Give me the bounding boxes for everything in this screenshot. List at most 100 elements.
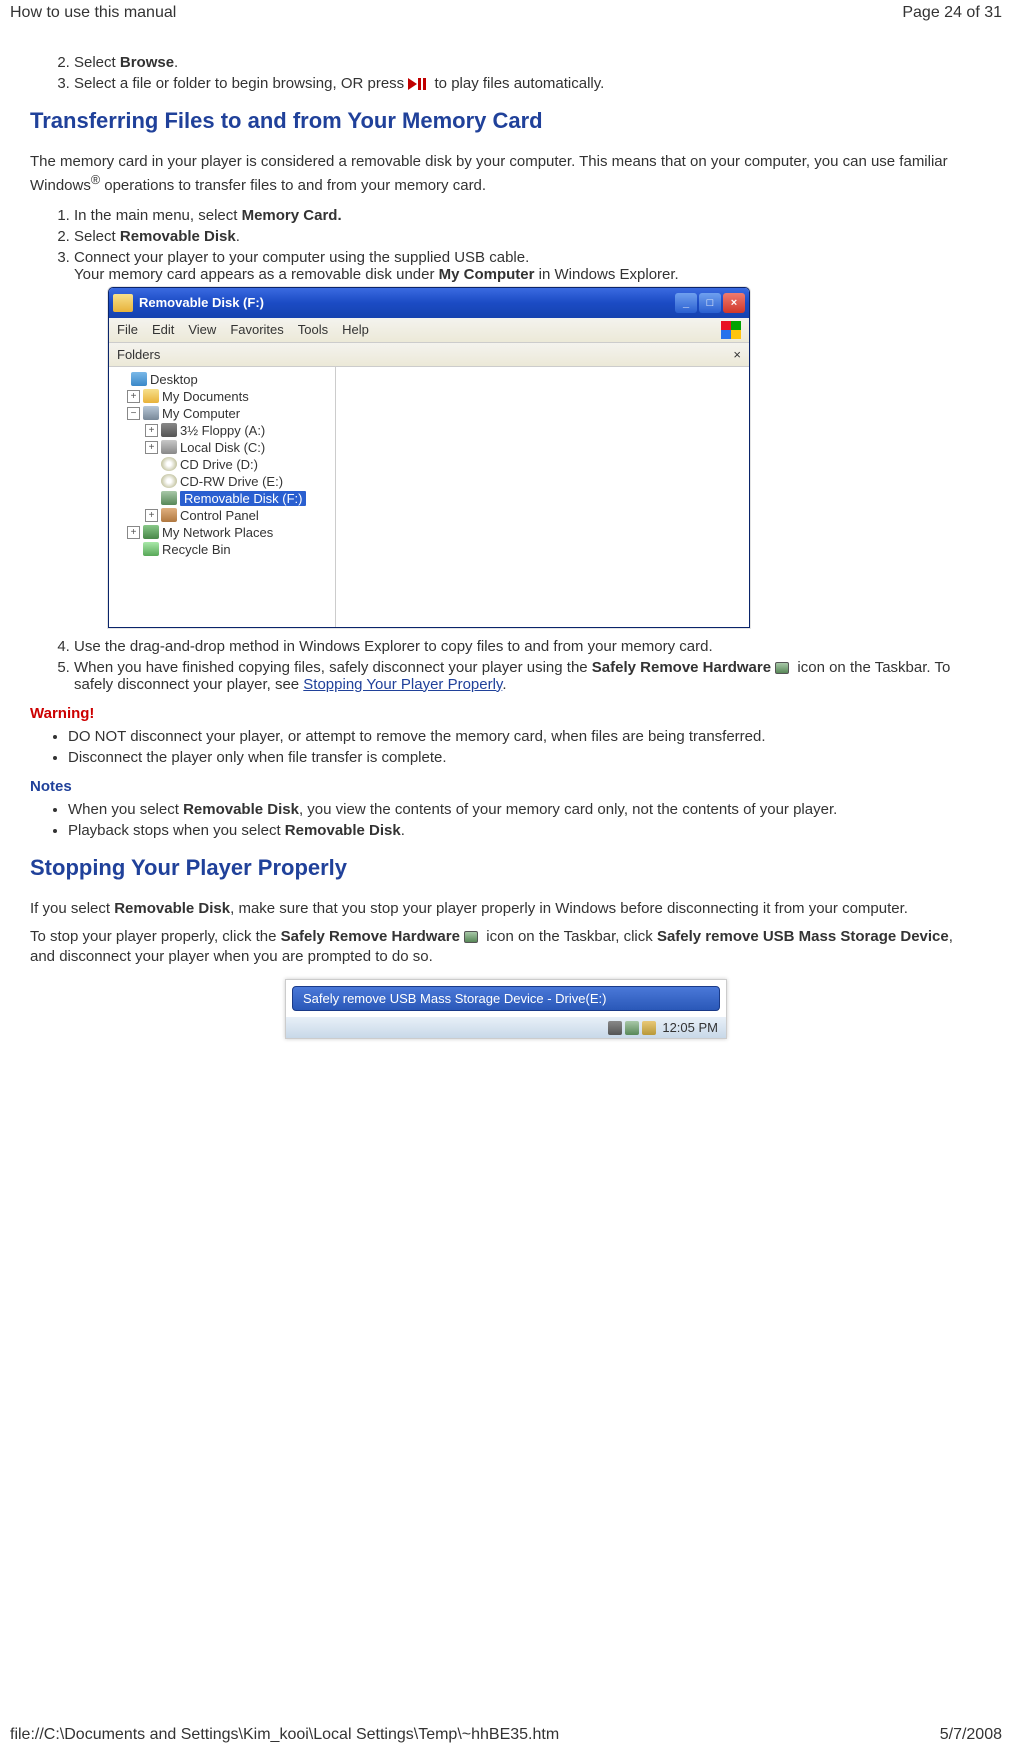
text: To stop your player properly, click the: [30, 928, 281, 945]
folder-icon: [143, 389, 159, 403]
page-content: Select Browse. Select a file or folder t…: [0, 52, 1012, 1039]
tray-icons-group: [608, 1021, 656, 1035]
menu-favorites: Favorites: [230, 322, 283, 337]
window-title: Removable Disk (F:): [139, 295, 675, 310]
menu-tools: Tools: [298, 322, 328, 337]
text: icon on the Taskbar, click: [486, 928, 657, 945]
tree-label: My Network Places: [162, 525, 273, 540]
play-pause-icon: [408, 77, 430, 91]
tree-label: Recycle Bin: [162, 542, 231, 557]
initial-steps-list: Select Browse. Select a file or folder t…: [30, 52, 982, 94]
removable-disk-icon: [161, 491, 177, 505]
text: Your memory card appears as a removable …: [74, 266, 439, 283]
tray-icon: [642, 1021, 656, 1035]
tray-icon: [608, 1021, 622, 1035]
header-title: How to use this manual: [10, 4, 176, 22]
text: .: [401, 822, 405, 839]
tree-mydocs: + My Documents: [115, 388, 335, 405]
bold-text: Removable Disk: [183, 801, 299, 818]
text: , you view the contents of your memory c…: [299, 801, 837, 818]
bold-text: Removable Disk: [285, 822, 401, 839]
text: If you select: [30, 900, 114, 917]
control-panel-icon: [161, 508, 177, 522]
tree-removable: Removable Disk (F:): [115, 490, 335, 507]
collapse-icon: −: [127, 407, 140, 420]
transfer-intro: The memory card in your player is consid…: [30, 152, 982, 197]
expand-icon: +: [127, 390, 140, 403]
heading-stopping-player: Stopping Your Player Properly: [30, 855, 982, 881]
windows-flag-icon: [721, 321, 741, 339]
safely-remove-hardware-icon: [625, 1021, 639, 1035]
tray-time: 12:05 PM: [662, 1020, 718, 1035]
menu-view: View: [188, 322, 216, 337]
page-indicator: Page 24 of 31: [902, 4, 1002, 22]
balloon-tooltip: Safely remove USB Mass Storage Device - …: [292, 986, 720, 1011]
cd-icon: [161, 474, 177, 488]
floppy-icon: [161, 423, 177, 437]
expand-icon: +: [145, 509, 158, 522]
heading-transferring-files: Transferring Files to and from Your Memo…: [30, 108, 982, 134]
footer-date: 5/7/2008: [940, 1726, 1002, 1744]
tree-mycomputer: −My Computer: [115, 405, 335, 422]
menu-file: File: [117, 322, 138, 337]
warning-item-2: Disconnect the player only when file tra…: [68, 747, 982, 768]
bold-text: Removable Disk: [120, 228, 236, 245]
text: Select: [74, 228, 120, 245]
transfer-step-3: Connect your player to your computer usi…: [74, 247, 982, 636]
text: Select: [74, 54, 120, 71]
transfer-step-5: When you have finished copying files, sa…: [74, 657, 982, 695]
computer-icon: [143, 406, 159, 420]
tree-area: Desktop + My Documents −My Computer +3½ F…: [109, 367, 749, 627]
step-2: Select Browse.: [74, 52, 982, 73]
transfer-step-4: Use the drag-and-drop method in Windows …: [74, 636, 982, 657]
text: operations to transfer files to and from…: [100, 177, 486, 194]
stopping-player-link[interactable]: Stopping Your Player Properly: [303, 676, 502, 693]
tree-localdisk: +Local Disk (C:): [115, 439, 335, 456]
cd-icon: [161, 457, 177, 471]
tree-recycle: Recycle Bin: [115, 541, 335, 558]
safely-remove-hardware-icon: [464, 929, 482, 945]
bold-text: Safely Remove Hardware: [592, 659, 771, 676]
expand-icon: +: [127, 526, 140, 539]
text: When you have finished copying files, sa…: [74, 659, 592, 676]
folders-bar: Folders ×: [109, 343, 749, 367]
bold-text: Memory Card.: [242, 207, 342, 224]
desktop-icon: [131, 372, 147, 386]
menu-edit: Edit: [152, 322, 174, 337]
transfer-steps-list: In the main menu, select Memory Card. Se…: [30, 205, 982, 695]
text: , make sure that you stop your player pr…: [230, 900, 908, 917]
note-item-2: Playback stops when you select Removable…: [68, 820, 982, 841]
taskbar-tray: 12:05 PM: [286, 1017, 726, 1038]
menu-help: Help: [342, 322, 369, 337]
text: In the main menu, select: [74, 207, 242, 224]
folders-label: Folders: [117, 347, 160, 362]
tree-label: Control Panel: [180, 508, 259, 523]
tree-label: CD Drive (D:): [180, 457, 258, 472]
note-item-1: When you select Removable Disk, you view…: [68, 799, 982, 820]
transfer-step-2: Select Removable Disk.: [74, 226, 982, 247]
text: .: [502, 676, 506, 693]
tree-cpanel: + Control Panel: [115, 507, 335, 524]
notes-heading: Notes: [30, 778, 982, 795]
text: in Windows Explorer.: [534, 266, 678, 283]
recycle-bin-icon: [143, 542, 159, 556]
stopping-p2: To stop your player properly, click the …: [30, 927, 982, 968]
tree-label: My Documents: [162, 389, 249, 404]
transfer-step-1: In the main menu, select Memory Card.: [74, 205, 982, 226]
window-titlebar: Removable Disk (F:) _ □ ×: [109, 288, 749, 318]
folder-tree: Desktop + My Documents −My Computer +3½ F…: [109, 367, 336, 627]
folder-icon: [113, 294, 133, 312]
expand-icon: +: [145, 441, 158, 454]
window-buttons: _ □ ×: [675, 293, 745, 313]
bold-text: Removable Disk: [114, 900, 230, 917]
bold-text: Safely Remove Hardware: [281, 928, 460, 945]
explorer-window-screenshot: Removable Disk (F:) _ □ × File Edit View…: [108, 287, 750, 628]
tree-label-selected: Removable Disk (F:): [180, 491, 306, 506]
warning-list: DO NOT disconnect your player, or attemp…: [30, 726, 982, 768]
tree-label: Desktop: [150, 372, 198, 387]
tree-cdrw: CD-RW Drive (E:): [115, 473, 335, 490]
notes-list: When you select Removable Disk, you view…: [30, 799, 982, 841]
maximize-icon: □: [699, 293, 721, 313]
page-header: How to use this manual Page 24 of 31: [0, 0, 1012, 52]
tree-floppy: +3½ Floppy (A:): [115, 422, 335, 439]
